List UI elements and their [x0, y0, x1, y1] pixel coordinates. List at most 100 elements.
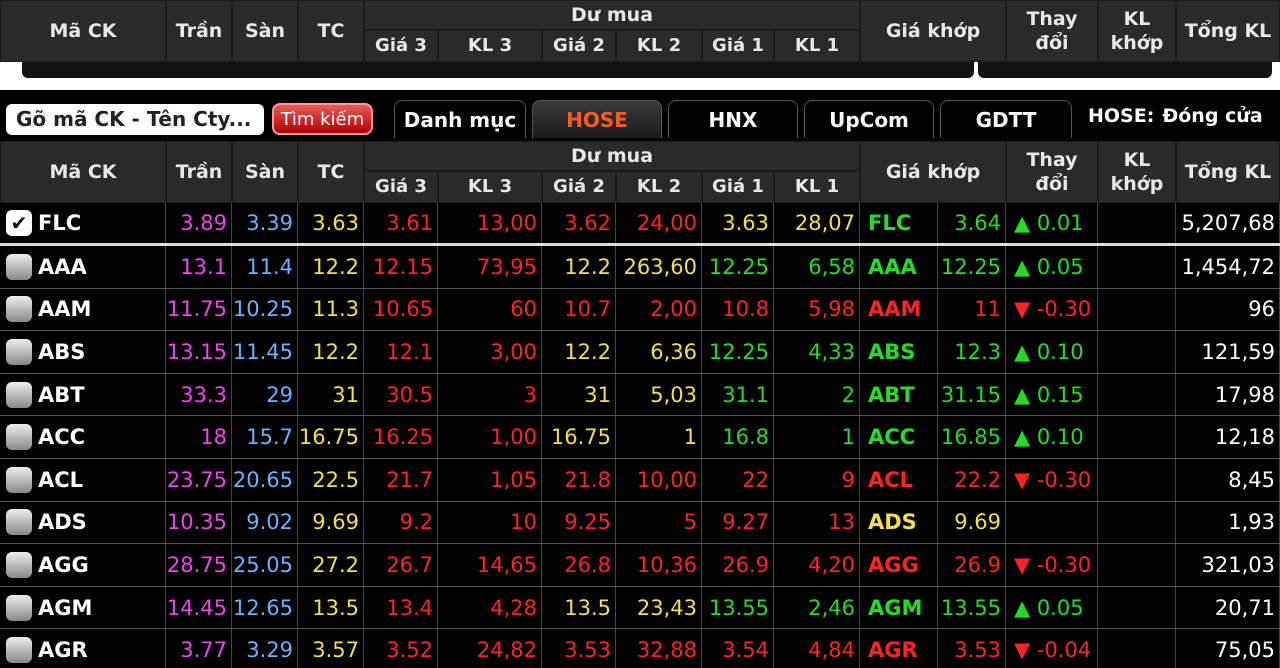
- cell-td: ▲ 0.10: [1006, 416, 1098, 458]
- table-row[interactable]: ACL 23.75 20.65 22.5 21.7 1,05 21.8 10,00 22 9 ACL…: [0, 458, 1280, 502]
- stock-symbol-cell[interactable]: ABS: [0, 331, 166, 373]
- cell-tran: 33.3: [166, 373, 232, 416]
- tab-hose[interactable]: HOSE: [532, 100, 662, 138]
- cell-khop: 22.2: [938, 458, 1006, 501]
- cell-k3: 10: [438, 501, 542, 544]
- cell-k2: 32,88: [616, 629, 702, 668]
- cell-tran: 13.1: [166, 246, 232, 288]
- table-row[interactable]: AGM 14.45 12.65 13.5 13.4 4,28 13.5 23,43 13.55 2…: [0, 586, 1280, 630]
- stock-symbol-cell[interactable]: AGG: [0, 544, 166, 586]
- cell-g3: 3.61: [364, 202, 438, 243]
- stock-symbol-cell[interactable]: AAA: [0, 246, 166, 288]
- cell-g1: 3.54: [702, 629, 774, 668]
- table-row[interactable]: AAA 13.1 11.4 12.2 12.15 73,95 12.2 263,60 12.25…: [0, 246, 1280, 289]
- cell-k3: 1,00: [438, 416, 542, 458]
- cell-klk: [1098, 373, 1176, 416]
- checkbox-unchecked-icon[interactable]: [6, 466, 32, 493]
- cell-g2: 3.53: [542, 629, 616, 668]
- top-header-kl3: KL 3: [439, 31, 541, 61]
- checkbox-unchecked-icon[interactable]: [6, 424, 32, 451]
- cell-g1: 26.9: [702, 544, 774, 586]
- tab-upcom[interactable]: UpCom: [804, 100, 934, 138]
- table-row[interactable]: ABS 13.15 11.45 12.2 12.1 3,00 12.2 6,36 12.25 4,…: [0, 331, 1280, 374]
- table-row[interactable]: ACC 18 15.7 16.75 16.25 1,00 16.75 1 16.8 1 ACC 16.…: [0, 416, 1280, 459]
- toolbar: Gõ mã CK - Tên Cty... Tìm kiếm Danh mục …: [0, 97, 1280, 141]
- checkbox-checked-icon[interactable]: ✔: [6, 209, 32, 236]
- header-du-mua: Dư mua: [365, 142, 859, 170]
- table-header-top: Mã CK Trần Sàn TC Giá khớp Thay đổi KL khớp Tổn…: [0, 0, 1280, 62]
- stock-symbol-cell[interactable]: ABT: [0, 373, 166, 416]
- stock-symbol-cell[interactable]: AGM: [0, 586, 166, 629]
- cell-k2: 10,00: [616, 458, 702, 501]
- cell-mk: AGG: [860, 544, 938, 586]
- search-input[interactable]: Gõ mã CK - Tên Cty...: [6, 104, 264, 135]
- search-button[interactable]: Tìm kiếm: [272, 103, 373, 135]
- cell-k2: 23,43: [616, 586, 702, 629]
- cell-tong: 1,454,72: [1176, 246, 1280, 288]
- checkbox-unchecked-icon[interactable]: [6, 296, 32, 323]
- checkbox-unchecked-icon[interactable]: [6, 637, 32, 664]
- checkbox-unchecked-icon[interactable]: [6, 594, 32, 621]
- table-row[interactable]: AAM 11.75 10.25 11.3 10.65 60 10.7 2,00 10.8 5,98…: [0, 288, 1280, 332]
- cell-san: 3.39: [232, 202, 298, 243]
- cell-tong: 321,03: [1176, 544, 1280, 586]
- cell-g2: 26.8: [542, 544, 616, 586]
- cell-tong: 20,71: [1176, 586, 1280, 629]
- cell-k3: 1,05: [438, 458, 542, 501]
- header-kl-khop: KL khớp: [1099, 142, 1175, 202]
- table-row[interactable]: AGR 3.77 3.29 3.57 3.52 24,82 3.53 32,88 3.54 4,8…: [0, 629, 1280, 668]
- table-row[interactable]: AGG 28.75 25.05 27.2 26.7 14,65 26.8 10,36 26.9 4…: [0, 544, 1280, 587]
- checkbox-unchecked-icon[interactable]: [6, 253, 32, 280]
- checkbox-unchecked-icon[interactable]: [6, 509, 32, 536]
- cell-g3: 21.7: [364, 458, 438, 501]
- cell-khop: 13.55: [938, 586, 1006, 629]
- cell-k1: 1: [774, 416, 860, 458]
- cell-k2: 10,36: [616, 544, 702, 586]
- table-row[interactable]: ABT 33.3 29 31 30.5 3 31 5,03 31.1 2 ABT 31.15 ▲ 0.1…: [0, 373, 1280, 417]
- header-kl1: KL 1: [775, 172, 859, 202]
- cell-g2: 13.5: [542, 586, 616, 629]
- checkbox-unchecked-icon[interactable]: [6, 338, 32, 365]
- cell-klk: [1098, 501, 1176, 544]
- cell-g1: 12.25: [702, 331, 774, 373]
- cell-klk: [1098, 416, 1176, 458]
- tab-hnx[interactable]: HNX: [668, 100, 798, 138]
- cell-tran: 14.45: [166, 586, 232, 629]
- cell-g2: 21.8: [542, 458, 616, 501]
- top-header-thay-doi: Thay đổi: [1007, 1, 1097, 61]
- stock-symbol-cell[interactable]: AGR: [0, 629, 166, 668]
- tab-danh-muc[interactable]: Danh mục: [394, 100, 526, 138]
- cell-g2: 12.2: [542, 331, 616, 373]
- cell-klk: [1098, 246, 1176, 288]
- stock-symbol-cell[interactable]: AAM: [0, 288, 166, 331]
- tab-gdtt[interactable]: GDTT: [940, 100, 1072, 138]
- cell-tc: 11.3: [298, 288, 364, 331]
- stock-symbol-cell[interactable]: ADS: [0, 501, 166, 544]
- stock-symbol-cell[interactable]: ACC: [0, 416, 166, 458]
- checkbox-unchecked-icon[interactable]: [6, 551, 32, 578]
- cell-tc: 9.69: [298, 501, 364, 544]
- cell-klk: [1098, 586, 1176, 629]
- cell-g2: 16.75: [542, 416, 616, 458]
- cell-g1: 12.25: [702, 246, 774, 288]
- table-header: Mã CK Trần Sàn TC Giá khớp Thay đổi KL khớp Tổn…: [0, 141, 1280, 203]
- cell-tran: 10.35: [166, 501, 232, 544]
- stock-symbol-cell[interactable]: ✔ FLC: [0, 202, 166, 243]
- stock-symbol-cell[interactable]: ACL: [0, 458, 166, 501]
- checkbox-unchecked-icon[interactable]: [6, 381, 32, 408]
- cell-td: ▲ 0.10: [1006, 331, 1098, 373]
- top-header-tong-kl: Tổng KL: [1177, 1, 1279, 61]
- cell-tran: 3.89: [166, 202, 232, 243]
- cell-g1: 10.8: [702, 288, 774, 331]
- table-row[interactable]: ADS 10.35 9.02 9.69 9.2 10 9.25 5 9.27 13 ADS 9.69 1…: [0, 501, 1280, 545]
- cell-g3: 26.7: [364, 544, 438, 586]
- cell-tc: 22.5: [298, 458, 364, 501]
- header-san: Sàn: [233, 142, 297, 202]
- stock-symbol: ACC: [38, 425, 86, 450]
- cell-tran: 11.75: [166, 288, 232, 331]
- cell-g1: 16.8: [702, 416, 774, 458]
- pinned-row[interactable]: ✔ FLC 3.89 3.39 3.63 3.61 13,00 3.62 24,00 3.63 28…: [0, 202, 1280, 246]
- cell-k3: 3: [438, 373, 542, 416]
- cell-san: 15.7: [232, 416, 298, 458]
- cell-khop: 11: [938, 288, 1006, 331]
